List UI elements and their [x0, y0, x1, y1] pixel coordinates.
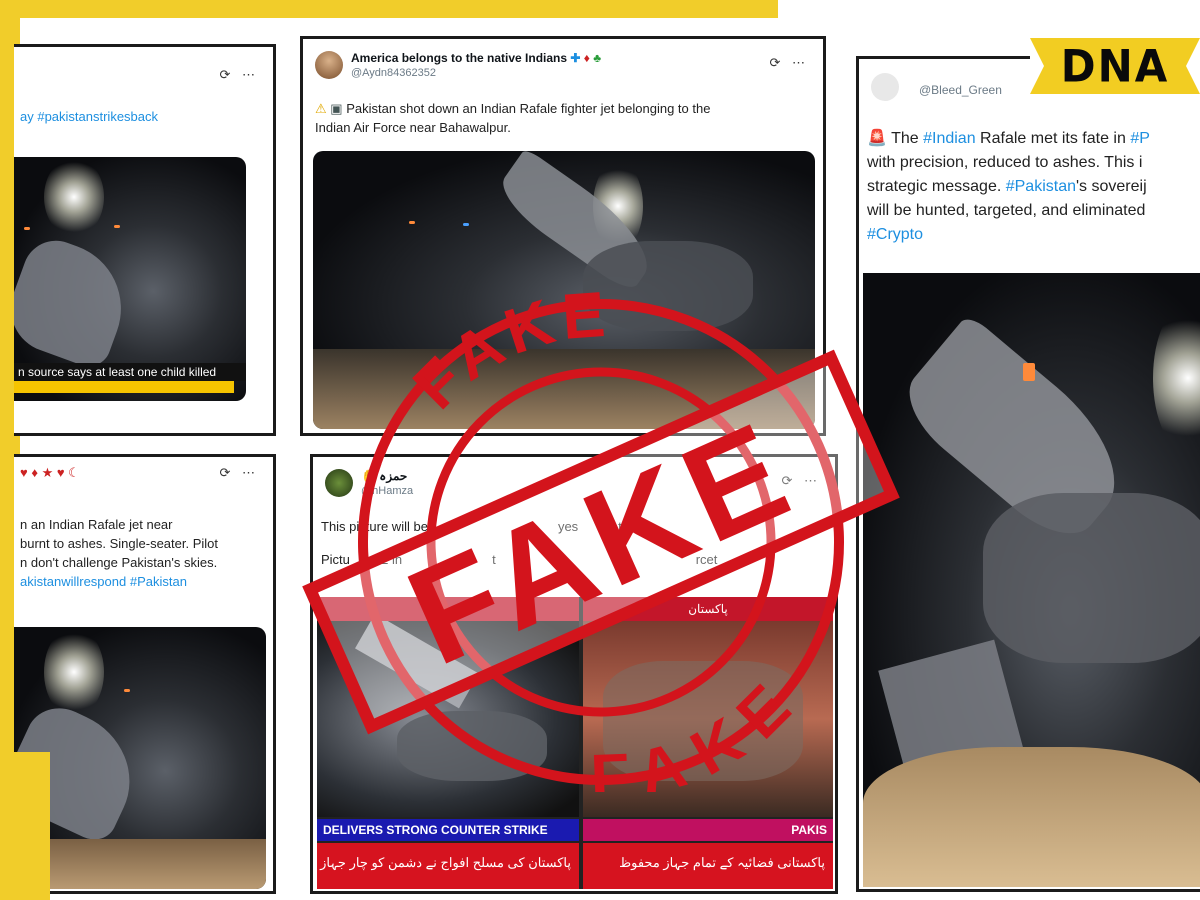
tv-header-left: پاکستان	[317, 597, 579, 621]
tweet-photo	[14, 627, 266, 889]
tweet-text: 🚨 The #Indian Rafale met its fate in #P …	[867, 130, 1150, 243]
tweet-text: n an Indian Rafale jet near burnt to ash…	[20, 517, 219, 589]
user-name[interactable]: ✋ حمزہ	[361, 469, 407, 483]
tweet-actions-icon[interactable]: ⟳ ⋯	[781, 473, 821, 489]
tweet-header: ✋ حمزہ @hHamza ⟳ ⋯	[325, 467, 825, 503]
tweet-photo: n source says at least one child killed	[14, 157, 246, 401]
user-handle[interactable]: @Aydn84362352	[351, 67, 436, 79]
tv-banner-right: PAKIS	[583, 819, 833, 841]
user-handle[interactable]: @Bleed_Green	[919, 83, 1002, 97]
tv-header-right: پاکستان	[583, 597, 833, 621]
tweet-card-left-bottom: ♥ ♦ ★ ♥ ☾ ⟳ ⋯ n an Indian Rafale jet nea…	[14, 454, 276, 894]
tv-urdu-ticker-left: پاکستان کی مسلح افواج نے دشمن کو چار جہا…	[317, 843, 579, 889]
tweet-hashtags: ay #pakistanstrikesback	[20, 109, 159, 124]
tweet-text: This picture will be yes t Pictu f 2 in t rce…	[321, 519, 718, 567]
tv-screenshot: پاکستان پاکستان DELIVERS STRONG COUNTER …	[317, 597, 833, 889]
tweet-card-center-top: America belongs to the native Indians ✚ …	[300, 36, 826, 436]
avatar[interactable]	[871, 73, 899, 101]
tweet-actions-icon[interactable]: ⟳ ⋯	[769, 55, 809, 71]
tweet-card-right: @Bleed_Green 🚨 The #Indian Rafale met it…	[856, 56, 1200, 892]
yellow-frame-bottom-left	[0, 752, 50, 900]
user-name[interactable]: America belongs to the native Indians ✚ …	[351, 51, 601, 65]
avatar[interactable]	[325, 469, 353, 497]
avatar[interactable]	[315, 51, 343, 79]
tv-urdu-ticker-right: پاکستانی فضائیہ کے تمام جہاز محفوظ	[583, 843, 833, 889]
dna-logo: DNA	[1030, 38, 1200, 94]
tv-photo-right	[583, 621, 833, 817]
tv-photo-left	[317, 621, 579, 817]
tweet-card-left-top: ⟳ ⋯ ay #pakistanstrikesback n source say…	[14, 44, 276, 436]
tweet-actions-icon[interactable]: ⟳ ⋯	[219, 67, 259, 83]
tweet-text: ⚠ ▣ Pakistan shot down an Indian Rafale …	[315, 101, 711, 135]
user-handle[interactable]: @hHamza	[361, 485, 413, 497]
tweet-emoji-line: ♥ ♦ ★ ♥ ☾	[20, 465, 80, 480]
yellow-frame-top	[0, 0, 778, 18]
tweet-actions-icon[interactable]: ⟳ ⋯	[219, 465, 259, 481]
tweet-header: America belongs to the native Indians ✚ …	[315, 49, 813, 85]
tweet-photo	[313, 151, 815, 429]
tweet-card-center-bottom: ✋ حمزہ @hHamza ⟳ ⋯ This picture will be y…	[310, 454, 838, 894]
tv-banner-left: DELIVERS STRONG COUNTER STRIKE	[317, 819, 579, 841]
tweet-photo	[863, 273, 1200, 887]
video-caption: n source says at least one child killed	[14, 363, 246, 381]
